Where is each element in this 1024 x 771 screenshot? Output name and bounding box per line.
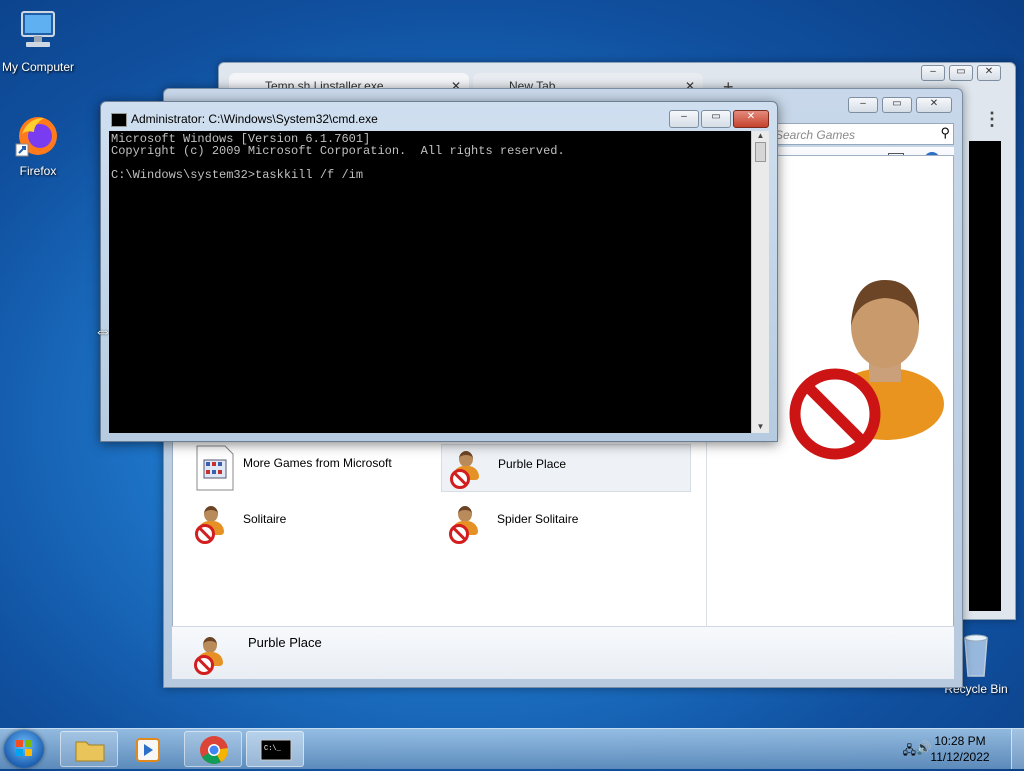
game-label: Purble Place [498,457,567,471]
chrome-icon [200,736,229,764]
game-label: Spider Solitaire [497,512,579,526]
taskbar-media-player-button[interactable] [120,731,178,767]
minimize-button[interactable]: – [848,97,878,113]
desktop-icon-label: My Computer [1,60,75,74]
browser-window-controls: – ▭ ✕ [921,65,1001,81]
blocked-user-icon [194,635,226,675]
close-button[interactable]: ✕ [977,65,1001,81]
cmd-icon [111,113,127,127]
cmd-icon: C:\_ [260,739,292,761]
games-folder-icon [196,445,234,491]
game-label: Solitaire [243,512,287,526]
svg-text:C:\_: C:\_ [264,745,282,753]
taskbar-chrome-button[interactable] [184,731,242,767]
maximize-button[interactable]: ▭ [882,97,912,113]
cmd-window-controls: – ▭ ✕ [669,110,769,128]
game-item-purble-place[interactable]: Purble Place [441,444,691,492]
blocked-user-icon [195,504,227,544]
close-button[interactable]: ✕ [916,97,952,113]
scroll-down-icon[interactable]: ▼ [752,422,769,431]
firefox-icon [14,112,62,160]
cmd-window[interactable]: Administrator: C:\Windows\System32\cmd.e… [100,101,778,442]
scroll-thumb[interactable] [755,142,766,162]
details-game-name: Purble Place [248,635,322,650]
game-item-more-games[interactable]: More Games from Microsoft [195,444,435,492]
clock-time: 10:28 PM [934,734,986,748]
explorer-window-controls: – ▭ ✕ [848,97,952,113]
blocked-user-icon [450,449,482,489]
game-label: More Games from Microsoft [243,456,392,470]
my-computer-desktop-icon[interactable]: My Computer [0,8,80,74]
windows-logo-icon [16,740,32,756]
taskbar-explorer-button[interactable] [60,731,118,767]
game-item-solitaire[interactable]: Solitaire [195,500,435,548]
clock-date: 11/12/2022 [930,750,990,764]
minimize-button[interactable]: – [669,110,699,128]
media-player-icon [136,738,160,762]
cmd-title: Administrator: C:\Windows\System32\cmd.e… [131,112,378,126]
show-desktop-button[interactable] [1011,729,1024,769]
blocked-user-icon [449,504,481,544]
search-icon[interactable]: ⚲ [940,125,950,141]
cmd-scrollbar[interactable]: ▲ ▼ [751,131,769,433]
maximize-button[interactable]: ▭ [701,110,731,128]
taskbar-clock[interactable]: 10:28 PM 11/12/2022 [920,733,1000,765]
cmd-console[interactable]: Microsoft Windows [Version 6.1.7601] Copy… [109,131,751,433]
console-line: Copyright (c) 2009 Microsoft Corporation… [111,144,565,158]
taskbar-cmd-button[interactable]: C:\_ [246,731,304,767]
resize-cursor-icon: ⇔ [94,321,112,341]
maximize-button[interactable]: ▭ [949,65,973,81]
browser-menu-icon[interactable]: ⋮ [983,109,1001,130]
close-button[interactable]: ✕ [733,110,769,128]
computer-icon [14,8,62,56]
taskbar: C:\_ 🖧 🔊 10:28 PM 11/12/2022 [0,728,1024,769]
folder-icon [75,741,105,762]
game-item-spider-solitaire[interactable]: Spider Solitaire [449,500,689,548]
scroll-up-icon[interactable]: ▲ [752,131,769,140]
network-icon[interactable]: 🖧 [903,741,916,762]
firefox-desktop-icon[interactable]: Firefox [0,112,80,178]
browser-content [969,141,1001,611]
details-pane: Purble Place [172,626,954,679]
console-line: C:\Windows\system32>taskkill /f /im [111,168,364,182]
desktop-icon-label: Firefox [19,164,57,178]
search-input[interactable]: Search Games [770,123,954,145]
blocked-user-large-icon [781,264,961,464]
start-button[interactable] [4,730,44,768]
minimize-button[interactable]: – [921,65,945,81]
